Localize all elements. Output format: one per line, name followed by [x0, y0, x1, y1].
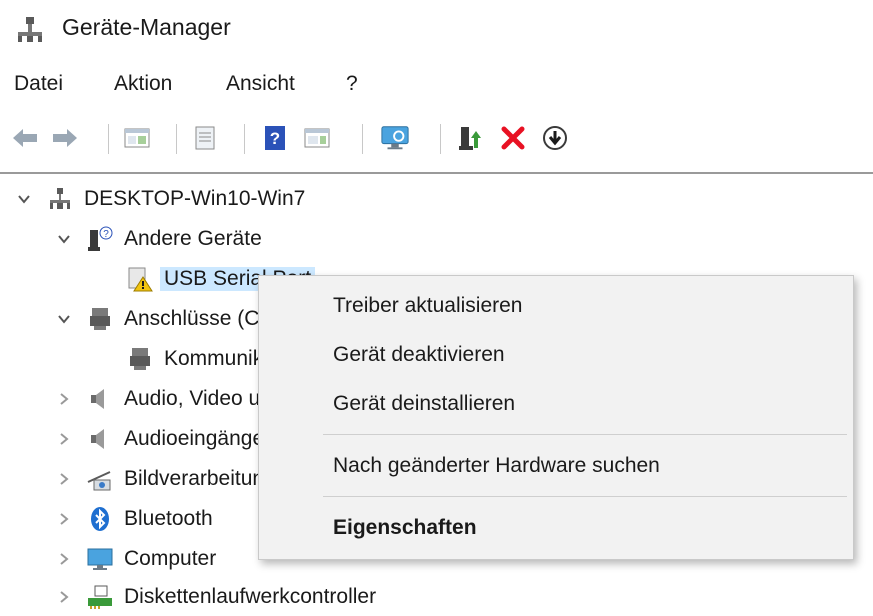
- menu-bar: Datei Aktion Ansicht ?: [0, 70, 873, 106]
- computer-network-icon: [46, 185, 74, 213]
- chevron-right-icon[interactable]: [56, 551, 72, 567]
- tree-item-label: Bluetooth: [124, 507, 213, 530]
- unknown-device-icon: ?: [86, 225, 114, 253]
- scan-hardware-icon[interactable]: [380, 122, 410, 154]
- chevron-down-icon[interactable]: [16, 191, 32, 207]
- help-icon[interactable]: ?: [260, 122, 290, 154]
- tree-item-bluetooth[interactable]: Bluetooth: [56, 500, 213, 538]
- menu-item-scan-hardware[interactable]: Nach geänderter Hardware suchen: [333, 454, 660, 478]
- menu-separator: [323, 434, 847, 435]
- menu-ansicht[interactable]: Ansicht: [226, 72, 295, 96]
- toolbar-divider: [0, 172, 873, 174]
- chevron-down-icon[interactable]: [56, 311, 72, 327]
- back-arrow-icon[interactable]: [10, 122, 40, 154]
- tree-item-floppy-controller[interactable]: Diskettenlaufwerkcontroller: [56, 578, 376, 616]
- menu-item-properties[interactable]: Eigenschaften: [333, 516, 477, 540]
- tree-item-label: Andere Geräte: [124, 227, 262, 250]
- speaker-icon: [86, 425, 114, 453]
- properties-icon[interactable]: [190, 122, 220, 154]
- camera-icon: [86, 465, 114, 493]
- chevron-down-icon[interactable]: [56, 231, 72, 247]
- chevron-right-icon[interactable]: [56, 431, 72, 447]
- title-bar: Geräte-Manager: [0, 0, 873, 60]
- toolbar: ?: [0, 118, 873, 162]
- chevron-right-icon[interactable]: [56, 511, 72, 527]
- context-menu: Treiber aktualisieren Gerät deaktivieren…: [258, 275, 854, 560]
- menu-aktion[interactable]: Aktion: [114, 72, 172, 96]
- port-icon: [86, 305, 114, 333]
- show-hide-console-tree-icon[interactable]: [122, 122, 152, 154]
- tree-item-other-devices[interactable]: ? Andere Geräte: [56, 220, 262, 258]
- svg-text:?: ?: [270, 129, 280, 148]
- tree-root[interactable]: DESKTOP-Win10-Win7: [16, 180, 305, 218]
- device-manager-icon: [14, 14, 46, 51]
- speaker-icon: [86, 385, 114, 413]
- chevron-right-icon[interactable]: [56, 471, 72, 487]
- chevron-right-icon[interactable]: [56, 391, 72, 407]
- action-pane-icon[interactable]: [302, 122, 332, 154]
- svg-text:?: ?: [103, 229, 109, 240]
- disable-device-icon[interactable]: [540, 122, 570, 154]
- uninstall-icon[interactable]: [498, 122, 528, 154]
- menu-item-update-driver[interactable]: Treiber aktualisieren: [333, 294, 522, 318]
- window-title: Geräte-Manager: [62, 14, 231, 40]
- menu-item-disable-device[interactable]: Gerät deaktivieren: [333, 343, 505, 367]
- monitor-icon: [86, 545, 114, 573]
- chevron-right-icon[interactable]: [56, 589, 72, 605]
- menu-separator: [323, 496, 847, 497]
- warning-device-icon: [126, 265, 154, 293]
- menu-datei[interactable]: Datei: [14, 72, 63, 96]
- tree-item-label: Diskettenlaufwerkcontroller: [124, 585, 377, 608]
- port-icon: [126, 345, 154, 373]
- tree-root-label: DESKTOP-Win10-Win7: [84, 187, 306, 210]
- bluetooth-icon: [86, 505, 114, 533]
- tree-item-computer[interactable]: Computer: [56, 540, 216, 578]
- menu-item-uninstall-device[interactable]: Gerät deinstallieren: [333, 392, 515, 416]
- tree-item-label: Computer: [124, 547, 217, 570]
- update-driver-icon[interactable]: [456, 122, 486, 154]
- forward-arrow-icon[interactable]: [50, 122, 80, 154]
- floppy-controller-icon: [86, 583, 114, 611]
- menu-help[interactable]: ?: [346, 72, 358, 96]
